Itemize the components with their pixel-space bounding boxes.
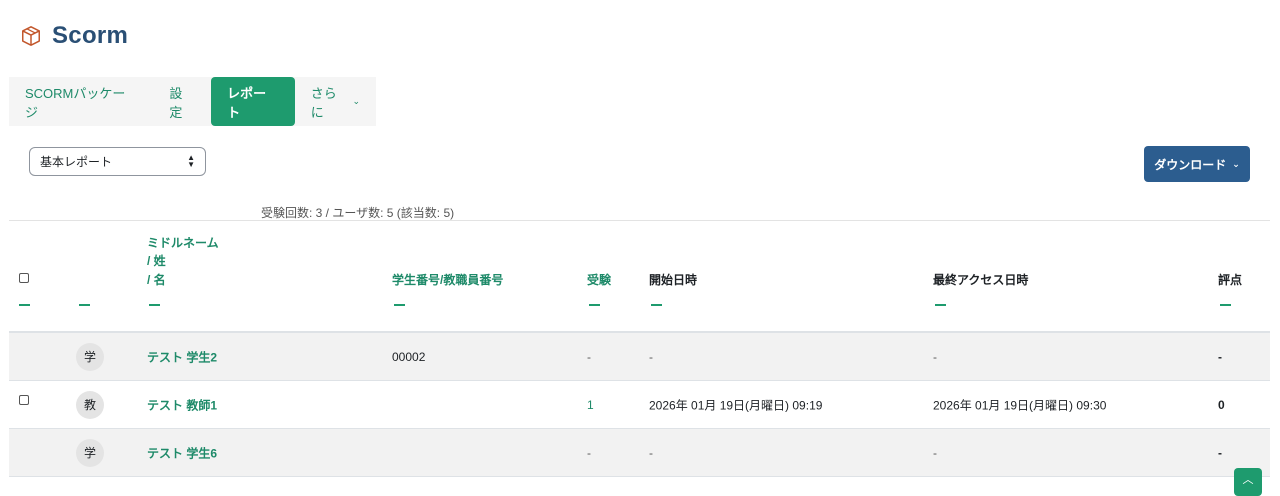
- grade: -: [1218, 445, 1222, 460]
- avatar[interactable]: 学: [76, 342, 104, 371]
- tab-label: さらに: [310, 85, 337, 120]
- select-all-checkbox[interactable]: [19, 273, 29, 283]
- report-type-value: 基本レポート: [40, 155, 113, 169]
- avatar[interactable]: 学: [76, 438, 104, 467]
- collapse-column-icon[interactable]: [651, 304, 662, 306]
- collapse-column-icon[interactable]: [394, 304, 405, 306]
- header-id-number[interactable]: 学生番号/教職員番号: [392, 271, 503, 288]
- header-grade: 評点: [1218, 273, 1243, 287]
- attempt-summary: 受験回数: 3 / ユーザ数: 5 (該当数: 5): [261, 206, 455, 220]
- page-title: Scorm: [52, 22, 129, 49]
- collapse-column-icon[interactable]: [589, 304, 600, 306]
- tab-settings[interactable]: 設定: [153, 77, 211, 126]
- table-row: 教 テスト 教師1 1 2026年 01月 19日(月曜日) 09:19 202…: [9, 381, 1270, 429]
- select-arrows-icon: ▲ ▼: [187, 153, 195, 169]
- back-to-top-button[interactable]: ︿: [1234, 468, 1262, 496]
- collapse-column-icon[interactable]: [79, 304, 90, 306]
- user-name-link[interactable]: テスト 教師1: [147, 396, 217, 413]
- header-first-name[interactable]: / 名: [147, 271, 166, 288]
- tab-more[interactable]: さらに ⌄: [295, 77, 376, 126]
- grade: -: [1218, 349, 1222, 364]
- chevron-down-icon: ⌄: [1232, 158, 1240, 169]
- attempt: -: [587, 445, 591, 460]
- tab-reports[interactable]: レポート: [211, 77, 295, 126]
- collapse-column-icon[interactable]: [1220, 304, 1231, 306]
- table-row: 学 テスト 学生2 00002 - - - -: [9, 333, 1270, 381]
- user-name-link[interactable]: テスト 学生2: [147, 348, 217, 365]
- id-number: 00002: [392, 349, 426, 364]
- header-last-name[interactable]: / 姓: [147, 252, 166, 269]
- chevron-down-icon: ⌄: [352, 96, 360, 106]
- collapse-column-icon[interactable]: [149, 304, 160, 306]
- tab-label: SCORMパッケージ: [25, 85, 126, 120]
- last-access: -: [933, 349, 937, 364]
- header-middle-name[interactable]: ミドルネーム: [147, 234, 219, 251]
- header-start-time: 開始日時: [649, 273, 698, 287]
- tab-scorm-package[interactable]: SCORMパッケージ: [9, 77, 153, 126]
- header-attempt[interactable]: 受験: [587, 271, 611, 288]
- last-access: 2026年 01月 19日(月曜日) 09:30: [933, 398, 1107, 412]
- package-icon: [22, 26, 40, 46]
- collapse-column-icon[interactable]: [935, 304, 946, 306]
- page-header: Scorm: [20, 22, 128, 50]
- start-time: 2026年 01月 19日(月曜日) 09:19: [649, 398, 823, 412]
- row-checkbox[interactable]: [19, 395, 29, 405]
- collapse-column-icon[interactable]: [19, 304, 30, 306]
- chevron-up-icon: ︿: [1242, 474, 1254, 486]
- report-type-select[interactable]: 基本レポート ▲ ▼: [29, 147, 206, 176]
- avatar[interactable]: 教: [76, 390, 104, 419]
- download-button[interactable]: ダウンロード ⌄: [1144, 146, 1250, 182]
- start-time: -: [649, 445, 653, 460]
- last-access: -: [933, 445, 937, 460]
- grade: 0: [1218, 397, 1225, 412]
- report-table: ミドルネーム / 姓 / 名 学生番号/教職員番号 受験 開始日時 最終アクセス…: [9, 220, 1270, 477]
- tab-label: 設定: [169, 85, 183, 120]
- tab-label: レポート: [227, 85, 267, 120]
- attempt-link[interactable]: 1: [587, 398, 594, 412]
- table-row: 学 テスト 学生6 - - - -: [9, 429, 1270, 477]
- attempt: -: [587, 349, 591, 364]
- start-time: -: [649, 349, 653, 364]
- secondary-navigation: SCORMパッケージ 設定 レポート さらに ⌄: [9, 77, 376, 126]
- download-label: ダウンロード: [1154, 157, 1227, 172]
- user-name-link[interactable]: テスト 学生6: [147, 444, 217, 461]
- header-last-access: 最終アクセス日時: [933, 273, 1029, 287]
- table-header: ミドルネーム / 姓 / 名 学生番号/教職員番号 受験 開始日時 最終アクセス…: [9, 220, 1270, 333]
